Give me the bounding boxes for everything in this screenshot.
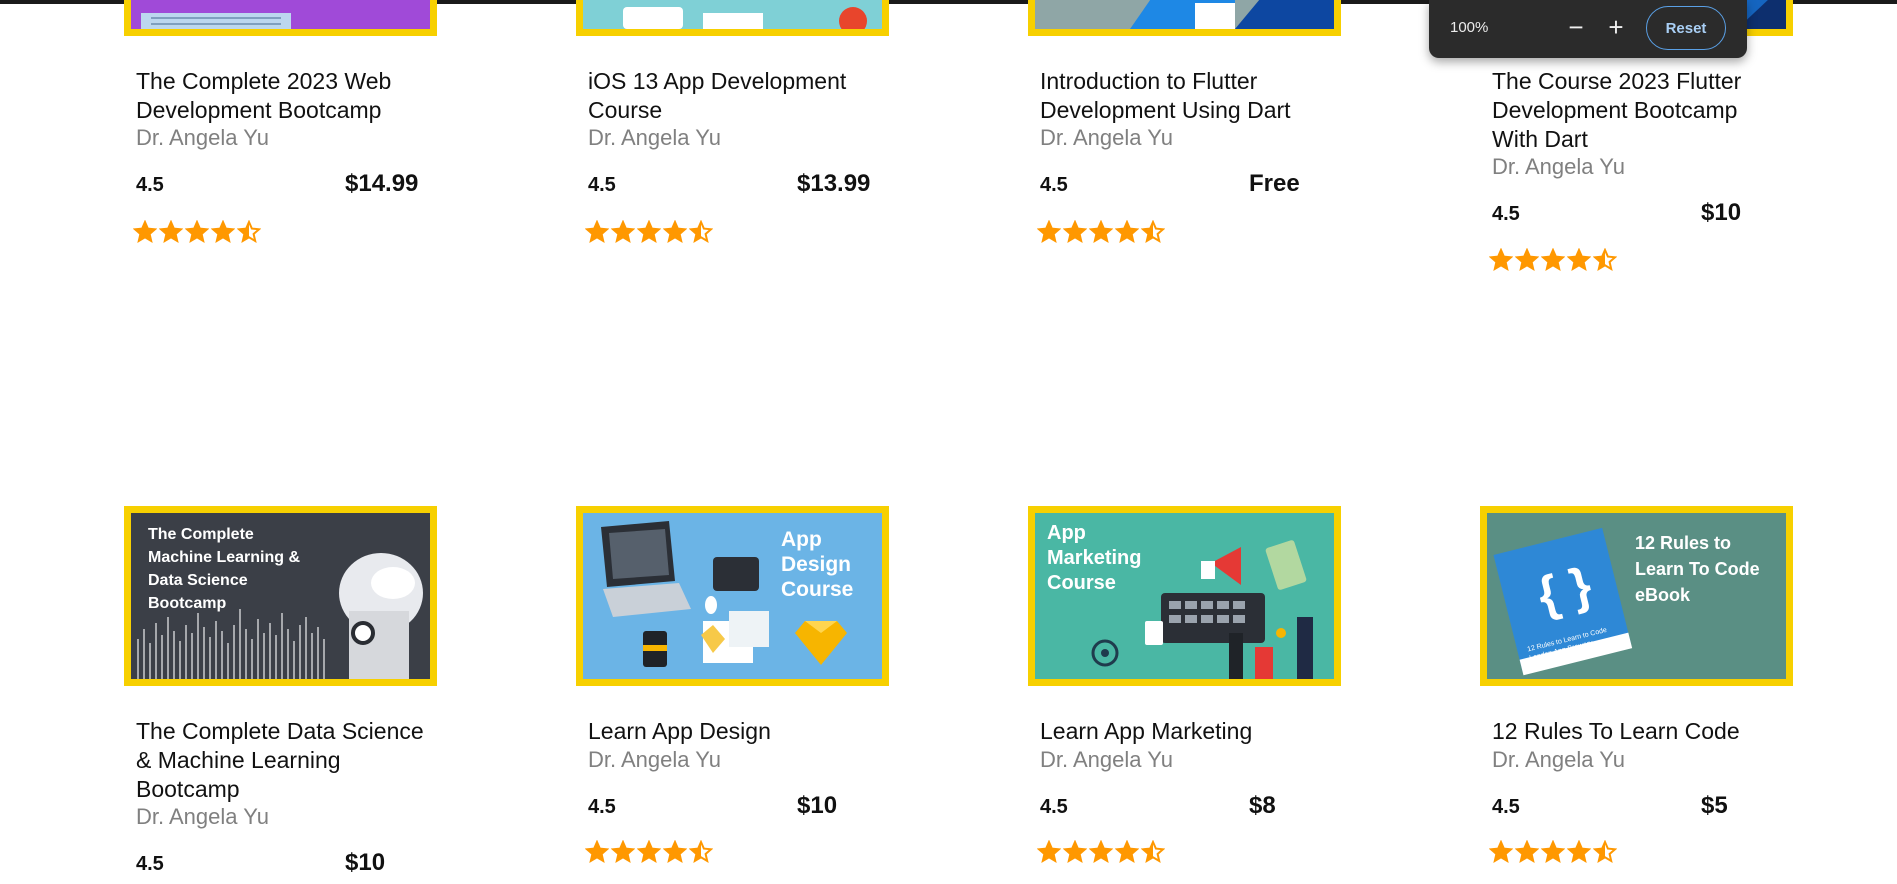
course-thumbnail[interactable]: App Marketing Course [1028,506,1341,686]
zoom-out-button[interactable]: − [1561,12,1591,42]
star-full-icon [1115,840,1139,864]
course-author: Dr. Angela Yu [588,747,721,772]
course-thumbnail[interactable] [1028,0,1341,36]
star-full-icon [1541,840,1565,864]
course-rating: 4.5 [1492,203,1520,225]
thumbnail-text: Data Science [148,572,248,589]
course-price: $8 [1249,792,1276,819]
star-full-icon [1063,220,1087,244]
star-full-icon [1037,220,1061,244]
course-author: Dr. Angela Yu [136,804,269,829]
star-full-icon [1063,840,1087,864]
thumbnail-text: Machine Learning & [148,549,300,566]
star-half-icon [1141,220,1165,244]
star-full-icon [585,220,609,244]
star-full-icon [1515,840,1539,864]
star-rating [1037,220,1165,244]
course-rating: 4.5 [1040,174,1068,196]
thumbnail-text: Design [781,553,851,576]
star-full-icon [1489,840,1513,864]
course-rating: 4.5 [1040,796,1068,818]
thumbnail-text: eBook [1635,585,1691,605]
course-title[interactable]: 12 Rules To Learn Code [1492,717,1782,746]
star-full-icon [1089,220,1113,244]
star-half-icon [237,220,261,244]
zoom-popup: 100% − + Reset [1429,0,1747,58]
course-rating: 4.5 [136,174,164,196]
star-full-icon [663,220,687,244]
course-author: Dr. Angela Yu [136,125,269,150]
star-full-icon [637,220,661,244]
course-author: Dr. Angela Yu [1492,747,1625,772]
star-full-icon [1089,840,1113,864]
thumbnail-text: Course [781,578,853,601]
course-rating: 4.5 [136,853,164,875]
star-full-icon [1567,840,1591,864]
course-title[interactable]: iOS 13 App Development Course [588,67,878,125]
course-title[interactable]: Introduction to Flutter Development Usin… [1040,67,1330,125]
course-title[interactable]: The Complete Data Science & Machine Lear… [136,717,426,804]
star-half-icon [1593,248,1617,272]
star-full-icon [611,840,635,864]
zoom-in-button[interactable]: + [1601,12,1631,42]
course-thumbnail[interactable] [576,0,889,36]
star-full-icon [1489,248,1513,272]
star-full-icon [585,840,609,864]
course-title[interactable]: Learn App Design [588,717,878,746]
star-full-icon [211,220,235,244]
star-full-icon [637,840,661,864]
course-rating: 4.5 [588,174,616,196]
course-rating: 4.5 [1492,796,1520,818]
course-price: $10 [1701,199,1742,226]
zoom-level: 100% [1450,19,1489,36]
course-thumbnail[interactable]: The Complete Machine Learning & Data Sci… [124,506,437,686]
star-rating [1489,840,1617,864]
thumbnail-text: The Complete [148,526,254,543]
star-full-icon [1115,220,1139,244]
thumbnail-text: 12 Rules to [1635,533,1731,553]
course-title[interactable]: The Complete 2023 Web Development Bootca… [136,67,426,125]
star-full-icon [133,220,157,244]
star-full-icon [611,220,635,244]
thumbnail-text: Course [1047,572,1116,594]
course-price: $5 [1701,792,1728,819]
course-author: Dr. Angela Yu [1492,154,1625,179]
course-thumbnail[interactable]: { } 12 Rules to Learn to Code London App… [1480,506,1793,686]
star-full-icon [1515,248,1539,272]
course-author: Dr. Angela Yu [1040,747,1173,772]
star-half-icon [1141,840,1165,864]
course-rating: 4.5 [588,796,616,818]
star-rating [1037,840,1165,864]
star-rating [1489,248,1617,272]
course-thumbnail[interactable]: App Design Course [576,506,889,686]
zoom-reset-button[interactable]: Reset [1646,6,1726,50]
course-price: $14.99 [345,170,419,197]
star-half-icon [689,220,713,244]
star-rating [585,840,713,864]
course-price: $13.99 [797,170,871,197]
thumbnail-text: App [781,528,822,551]
course-author: Dr. Angela Yu [1040,125,1173,150]
thumbnail-text: Learn To Code [1635,559,1760,579]
star-full-icon [1567,248,1591,272]
course-title[interactable]: Learn App Marketing [1040,717,1330,746]
course-author: Dr. Angela Yu [588,125,721,150]
thumbnail-text: Marketing [1047,547,1141,569]
course-title[interactable]: The Course 2023 Flutter Development Boot… [1492,67,1782,154]
thumbnail-text: Bootcamp [148,595,226,612]
star-full-icon [1541,248,1565,272]
course-price: Free [1249,170,1300,197]
star-full-icon [159,220,183,244]
star-full-icon [185,220,209,244]
thumbnail-text: App [1047,522,1086,544]
star-rating [133,220,261,244]
star-half-icon [689,840,713,864]
star-rating [585,220,713,244]
course-price: $10 [797,792,838,819]
course-thumbnail[interactable] [124,0,437,36]
star-full-icon [663,840,687,864]
star-half-icon [1593,840,1617,864]
course-price: $10 [345,849,386,876]
star-full-icon [1037,840,1061,864]
